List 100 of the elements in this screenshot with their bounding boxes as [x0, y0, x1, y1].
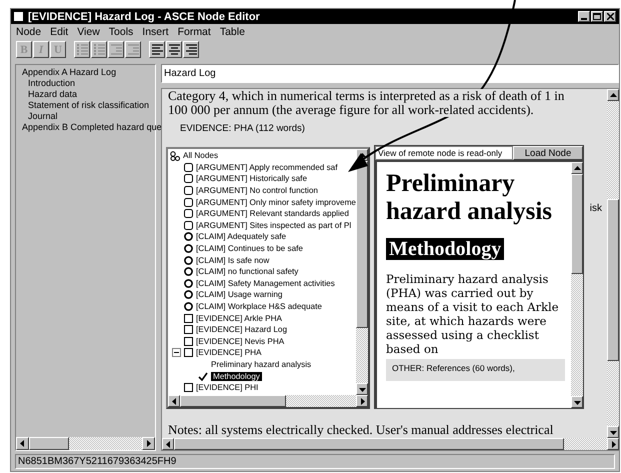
scroll-arrow-button[interactable]: [162, 438, 174, 450]
close-icon: [606, 13, 614, 20]
scroll-arrow-button[interactable]: [356, 383, 368, 395]
maximize-button[interactable]: [591, 11, 603, 22]
tree-item[interactable]: [CLAIM] Usage warning: [196, 290, 282, 300]
scrollbar-thumb[interactable]: [180, 395, 286, 407]
tree-item[interactable]: [EVIDENCE] Nevis PHA: [196, 336, 284, 346]
circle-icon: [184, 290, 193, 300]
tree-item[interactable]: [ARGUMENT] No control function: [196, 186, 318, 196]
document-text: 100 000 per annum (the average figure for all work-related accidents).: [168, 103, 534, 117]
scrollbar-thumb[interactable]: [29, 437, 69, 450]
tree-item[interactable]: [EVIDENCE] Arkle PHA: [196, 314, 282, 323]
check-icon: [198, 372, 208, 381]
square-icon: [184, 383, 193, 392]
tree-item[interactable]: [EVIDENCE] Hazard Log: [196, 325, 288, 334]
scrollbar[interactable]: [607, 89, 619, 438]
triangle-icon: [164, 440, 172, 448]
tree-item[interactable]: [CLAIM] no functional safety: [196, 267, 298, 276]
tree-item[interactable]: Preliminary hazard analysis: [211, 360, 312, 369]
scrollbar[interactable]: [571, 162, 583, 408]
triangle-icon: [170, 398, 178, 404]
rounded-square-icon: [184, 162, 193, 172]
scrollbar-thumb[interactable]: [571, 174, 583, 274]
scrollbar[interactable]: [168, 395, 368, 407]
tree-item[interactable]: Methodology: [211, 372, 262, 381]
triangle-icon: [574, 164, 580, 172]
menu-item[interactable]: Insert: [142, 26, 169, 38]
scroll-arrow-button[interactable]: [168, 395, 180, 407]
align-left-icon: [150, 43, 164, 56]
outline-item[interactable]: Statement of risk classification: [28, 100, 150, 111]
menu-item[interactable]: Edit: [50, 26, 68, 38]
document-text: Notes: all systems electrically checked. User's manual addresses electrical: [168, 423, 554, 437]
title-field[interactable]: Hazard Log: [161, 64, 619, 83]
numbered-list-icon: [76, 43, 88, 56]
outline-item[interactable]: Journal: [28, 111, 58, 122]
outline-item[interactable]: Appendix B Completed hazard que: [22, 122, 162, 133]
tree-root[interactable]: All Nodes: [183, 151, 218, 160]
bullet-list-icon: [92, 43, 106, 56]
tree-item[interactable]: [ARGUMENT] Relevant standards applied: [196, 209, 349, 218]
circle-icon: [184, 302, 193, 312]
tree-item[interactable]: [CLAIM] Continues to be safe: [196, 244, 303, 254]
embedded-node-label[interactable]: EVIDENCE: PHA (112 words): [180, 123, 305, 134]
read-only-notice: View of remote node is read-only: [375, 146, 513, 160]
rounded-square-icon: [184, 209, 193, 218]
triangle-icon: [574, 398, 580, 406]
outline-item[interactable]: Introduction: [28, 78, 76, 89]
menu-item[interactable]: View: [77, 26, 100, 38]
scroll-arrow-button[interactable]: [607, 89, 619, 101]
outline-item[interactable]: Appendix A Hazard Log: [22, 67, 116, 78]
align-center-button[interactable]: [166, 41, 182, 58]
indent-icon: [126, 43, 140, 56]
page-heading: Preliminary hazard analysis: [386, 170, 554, 226]
triangle-icon: [145, 440, 152, 447]
scroll-arrow-button[interactable]: [607, 426, 619, 438]
minimize-button[interactable]: [578, 11, 590, 22]
document-text: isk: [590, 203, 602, 214]
close-button[interactable]: [604, 11, 616, 22]
menu-item[interactable]: Tools: [108, 26, 134, 38]
paragraph: Preliminary hazard analysis (PHA) was carried out by means of a visit to each Arkle site, at which hazards were assessed using a checklist based on: [386, 272, 560, 356]
scroll-arrow-button[interactable]: [571, 162, 583, 174]
tree-item[interactable]: [CLAIM] Workplace H&S adequate: [196, 302, 322, 312]
scroll-arrow-button[interactable]: [16, 437, 29, 450]
embedded-node-label[interactable]: OTHER: References (60 words),: [386, 359, 565, 381]
outline-item[interactable]: Hazard data: [28, 89, 78, 100]
scrollbar[interactable]: [356, 149, 368, 395]
section-heading: Methodology: [386, 238, 504, 260]
circle-icon: [184, 244, 193, 254]
status-text: N6851BM367Y5211679363425FH9: [18, 456, 176, 467]
rounded-square-icon: [184, 186, 193, 196]
scroll-arrow-button[interactable]: [607, 438, 619, 450]
tree-item[interactable]: [CLAIM] Safety Management activities: [196, 278, 335, 288]
tree-item[interactable]: [ARGUMENT] Historically safe: [196, 174, 308, 184]
tree-item[interactable]: [CLAIM] Is safe now: [196, 256, 270, 265]
circle-icon: [184, 232, 193, 242]
collapse-icon[interactable]: [172, 348, 181, 358]
scrollbar-thumb[interactable]: [607, 198, 619, 361]
scroll-arrow-button[interactable]: [571, 396, 583, 408]
scroll-arrow-button[interactable]: [142, 437, 155, 450]
tree-item[interactable]: [CLAIM] Adequately safe: [196, 232, 286, 242]
tree-item[interactable]: [ARGUMENT] Sites inspected as part of Pl: [196, 220, 352, 230]
scrollbar[interactable]: [16, 437, 155, 450]
outdent-icon: [110, 43, 122, 56]
tree-item[interactable]: [ARGUMENT] Only minor safety improveme: [196, 198, 356, 207]
align-right-button[interactable]: [183, 41, 199, 58]
square-icon: [184, 336, 193, 346]
align-left-button[interactable]: [149, 41, 165, 58]
tree-item[interactable]: [EVIDENCE] PHI: [196, 383, 258, 392]
rounded-square-icon: [184, 220, 193, 230]
tree-item[interactable]: [ARGUMENT] Apply recommended saf: [196, 162, 338, 172]
scroll-arrow-button[interactable]: [356, 395, 368, 407]
scrollbar-thumb[interactable]: [356, 161, 368, 328]
menu-item[interactable]: Node: [16, 26, 42, 38]
window-title: [EVIDENCE] Hazard Log - ASCE Node Editor: [28, 10, 261, 22]
maximize-icon: [593, 13, 601, 20]
menu-item[interactable]: Table: [220, 26, 245, 38]
menu-item[interactable]: Format: [178, 26, 211, 38]
rounded-square-icon: [184, 198, 193, 207]
tree-item[interactable]: [EVIDENCE] PHA: [196, 348, 262, 358]
circle-icon: [184, 278, 193, 288]
load-node-button[interactable]: Load Node: [513, 146, 583, 160]
